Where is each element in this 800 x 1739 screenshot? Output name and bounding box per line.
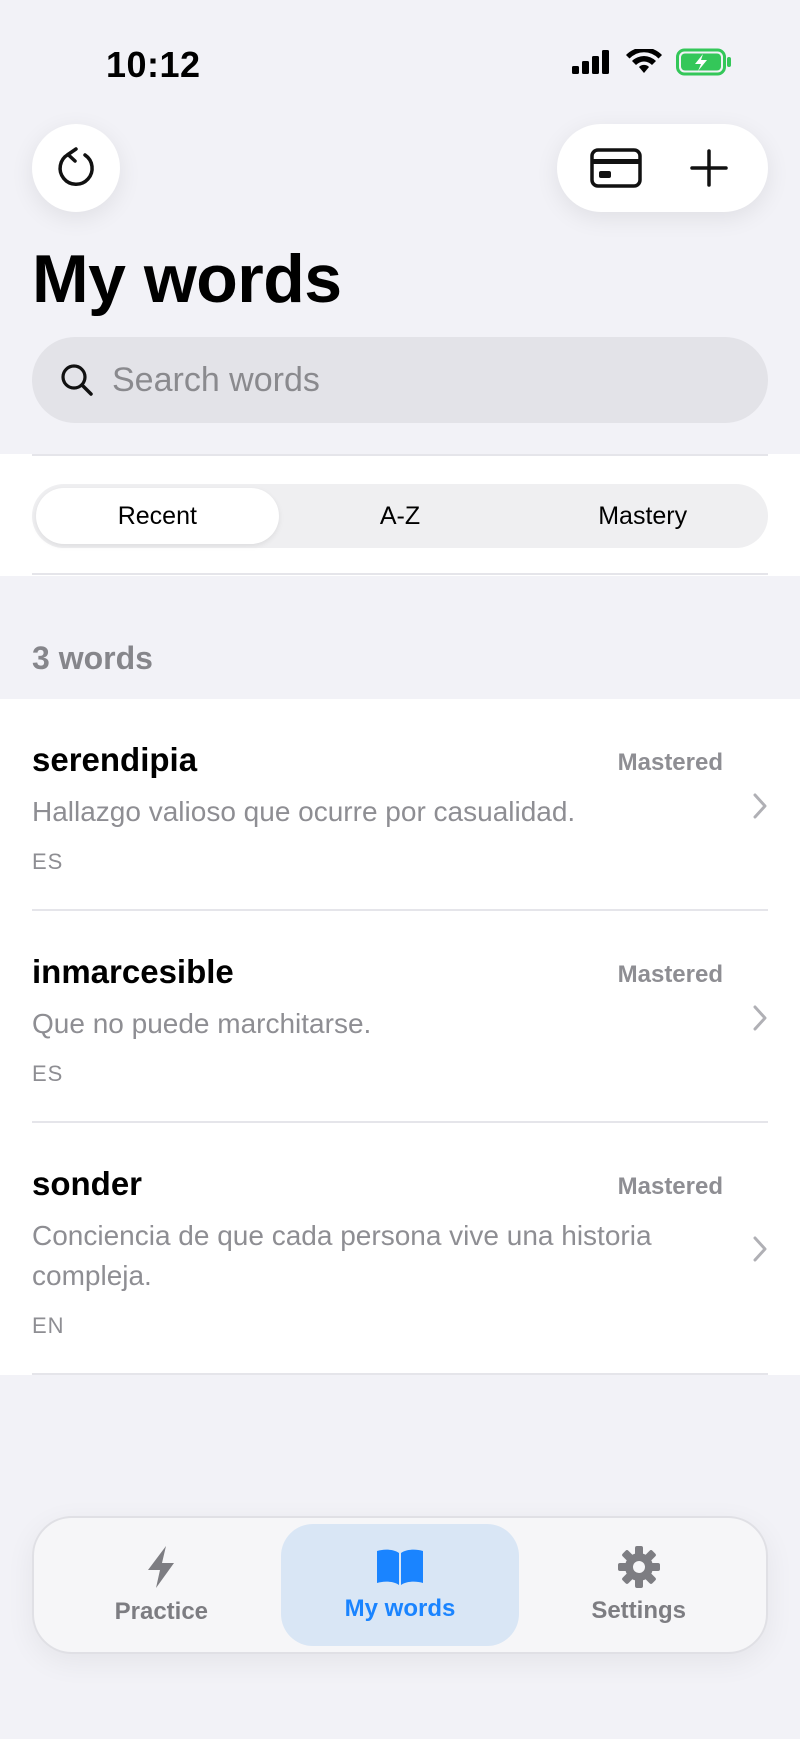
language-code: ES [32, 849, 64, 874]
plus-icon [690, 149, 728, 187]
tab-bar: Practice My words Settings [32, 1516, 768, 1654]
tab-label: My words [344, 1595, 456, 1622]
battery-charging-icon [676, 48, 731, 76]
chevron-right-icon [753, 793, 767, 819]
word-count: 3 words [32, 640, 153, 676]
search-icon [61, 364, 93, 396]
language-code: ES [32, 1061, 64, 1086]
status-bar: 10:12 [0, 0, 800, 120]
cellular-signal-icon [572, 50, 609, 74]
word-term: sonder [32, 1165, 143, 1202]
word-definition: Hallazgo valioso que ocurre por casualid… [32, 796, 576, 827]
word-list: serendipia Mastered Hallazgo valioso que… [0, 699, 800, 1375]
refresh-icon [58, 147, 94, 187]
sort-option-mastery[interactable]: Mastery [521, 488, 764, 544]
mastery-status: Mastered [617, 1173, 723, 1200]
gear-icon [617, 1546, 660, 1588]
list-item[interactable]: sonder Mastered Conciencia de que cada p… [0, 1123, 800, 1375]
status-time: 10:12 [106, 44, 201, 85]
word-definition: Conciencia de que cada persona vive una … [32, 1220, 652, 1291]
list-item[interactable]: serendipia Mastered Hallazgo valioso que… [0, 699, 800, 911]
screen: 10:12 My words Search words Recent A-Z M… [0, 0, 800, 1739]
mastery-status: Mastered [617, 749, 723, 776]
book-icon [377, 1549, 423, 1585]
search-input[interactable] [112, 360, 712, 400]
flashcards-button[interactable] [576, 128, 656, 208]
word-definition: Que no puede marchitarse. [32, 1008, 372, 1039]
chevron-right-icon [753, 1236, 767, 1262]
language-code: EN [32, 1313, 65, 1338]
tab-label: Practice [114, 1598, 209, 1625]
chevron-right-icon [753, 1005, 767, 1031]
tab-settings[interactable]: Settings [519, 1524, 758, 1646]
mastery-status: Mastered [617, 961, 723, 988]
search-bar[interactable] [32, 337, 768, 423]
list-item[interactable]: inmarcesible Mastered Que no puede march… [0, 911, 800, 1123]
word-term: inmarcesible [32, 953, 234, 990]
word-term: serendipia [32, 741, 198, 778]
wifi-icon [626, 49, 662, 73]
sort-option-recent[interactable]: Recent [36, 488, 279, 544]
divider [32, 454, 768, 456]
bolt-icon [148, 1546, 175, 1588]
credit-card-icon [590, 148, 642, 188]
status-icons [572, 48, 732, 76]
add-word-button[interactable] [669, 128, 749, 208]
page-title: My words [32, 241, 342, 317]
tab-label: Settings [591, 1597, 687, 1624]
sort-segmented-control: Recent A-Z Mastery [32, 484, 768, 548]
tab-practice[interactable]: Practice [42, 1524, 281, 1646]
tab-my-words[interactable]: My words [280, 1524, 520, 1646]
sort-option-a-z[interactable]: A-Z [279, 488, 522, 544]
sort-section: Recent A-Z Mastery [0, 454, 800, 576]
refresh-button[interactable] [32, 124, 120, 212]
divider [32, 573, 768, 575]
header-actions [557, 124, 768, 212]
